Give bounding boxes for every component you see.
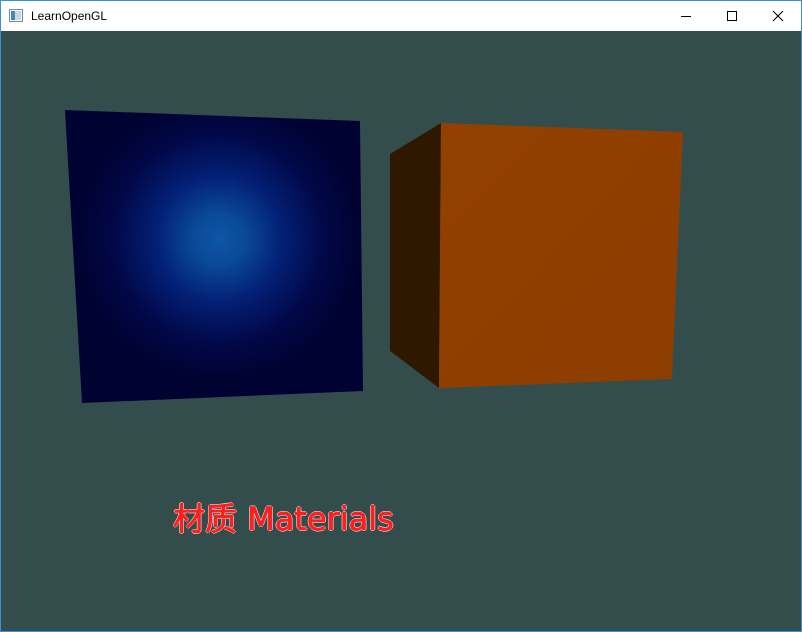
app-window: LearnOpenGL 材质 Materials <box>0 0 802 632</box>
window-title: LearnOpenGL <box>31 9 108 23</box>
materials-caption: 材质 Materials <box>173 500 395 539</box>
close-icon <box>772 10 784 22</box>
close-button[interactable] <box>755 1 801 31</box>
scene-canvas <box>65 110 683 403</box>
blue-cube-front-face <box>65 110 363 403</box>
render-viewport[interactable]: 材质 Materials <box>1 31 801 631</box>
app-icon <box>9 9 23 22</box>
maximize-icon <box>727 11 737 21</box>
title-bar[interactable]: LearnOpenGL <box>1 1 801 31</box>
orange-cube-side-face <box>390 123 441 388</box>
orange-cube <box>390 123 683 388</box>
orange-cube-front-face <box>439 123 683 388</box>
minimize-icon <box>681 16 691 17</box>
minimize-button[interactable] <box>663 1 709 31</box>
maximize-button[interactable] <box>709 1 755 31</box>
blue-cube <box>65 110 363 403</box>
